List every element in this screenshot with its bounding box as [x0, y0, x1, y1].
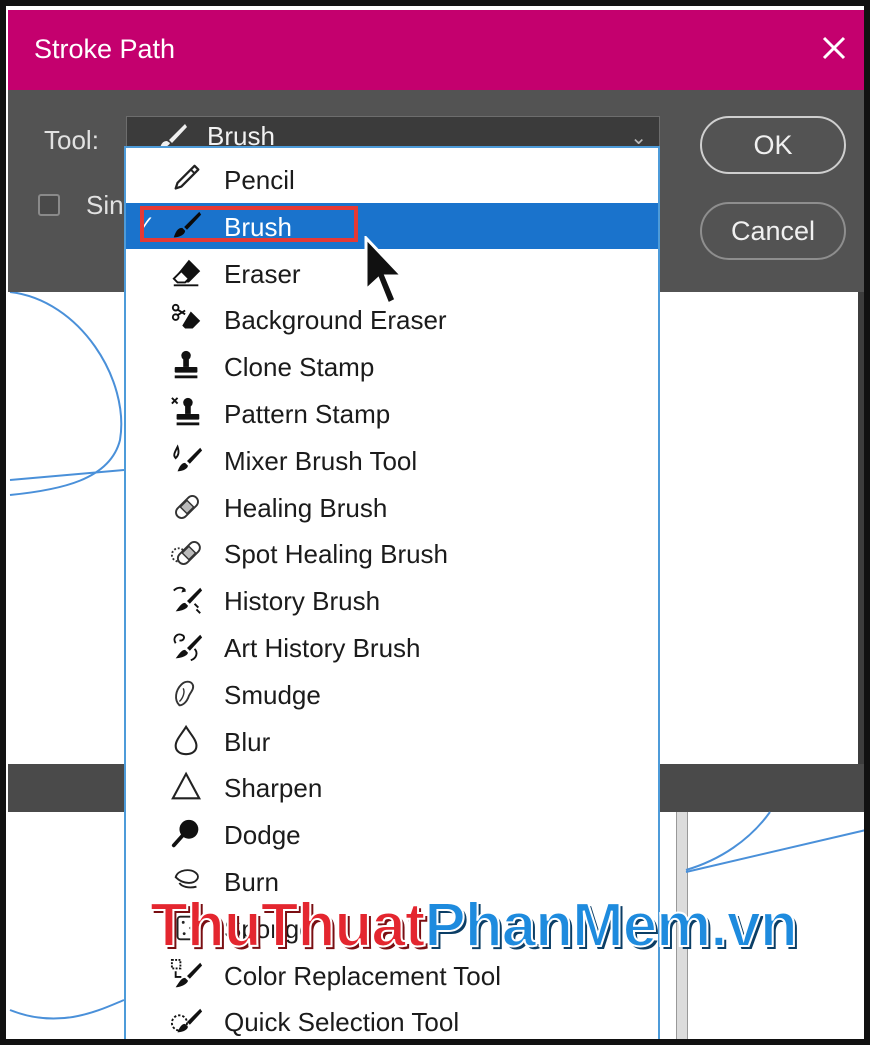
- watermark-part3: .vn: [709, 890, 799, 961]
- mouse-cursor-icon: [364, 236, 406, 307]
- dropdown-item-label: Pattern Stamp: [224, 399, 391, 429]
- clone-stamp-icon: [170, 349, 204, 383]
- healing-brush-icon: [170, 490, 204, 524]
- dropdown-item-spot-healing-brush[interactable]: Spot Healing Brush: [126, 530, 658, 576]
- dropdown-item-sharpen[interactable]: Sharpen: [126, 764, 658, 810]
- dropdown-item-label: Eraser: [224, 258, 301, 289]
- smudge-icon: [170, 677, 204, 711]
- dropdown-item-label: Healing Brush: [224, 492, 388, 523]
- dropdown-item-label: Color Replacement Tool: [224, 960, 501, 991]
- dropdown-item-smudge[interactable]: Smudge: [126, 671, 658, 717]
- dropdown-item-label: History Brush: [224, 586, 381, 617]
- eraser-icon: [170, 256, 204, 290]
- background-eraser-icon: [170, 302, 204, 336]
- close-icon: [822, 36, 846, 60]
- watermark-part1: ThuThuat: [149, 890, 426, 961]
- cancel-button[interactable]: Cancel: [700, 202, 846, 260]
- dropdown-item-label: Smudge: [224, 679, 321, 710]
- dropdown-item-label: Blur: [224, 726, 271, 757]
- dropdown-item-label: Background Eraser: [224, 305, 447, 336]
- dialog-title: Stroke Path: [34, 34, 176, 64]
- history-brush-icon: [170, 583, 204, 617]
- simulate-pressure-checkbox[interactable]: [38, 194, 60, 216]
- dropdown-item-healing-brush[interactable]: Healing Brush: [126, 484, 658, 530]
- dropdown-item-art-history-brush[interactable]: Art History Brush: [126, 624, 658, 670]
- simulate-pressure-label: Sin: [86, 190, 124, 220]
- dropdown-item-label: Mixer Brush Tool: [224, 445, 418, 476]
- spot-healing-brush-icon: [170, 536, 204, 570]
- annotation-highlight-box: [140, 205, 358, 242]
- dropdown-item-label: Dodge: [224, 820, 301, 851]
- dropdown-item-label: Pencil: [224, 165, 295, 195]
- close-button[interactable]: [816, 30, 852, 66]
- ok-button[interactable]: OK: [700, 116, 846, 174]
- dropdown-item-clone-stamp[interactable]: Clone Stamp: [126, 343, 658, 389]
- dropdown-item-blur[interactable]: Blur: [126, 718, 658, 764]
- mixer-brush-icon: [170, 443, 204, 477]
- dropdown-item-label: Quick Selection Tool: [224, 1007, 460, 1038]
- art-history-brush-icon: [170, 630, 204, 664]
- dropdown-item-label: Sharpen: [224, 773, 323, 804]
- dropdown-item-label: Spot Healing Brush: [224, 539, 449, 570]
- dropdown-item-label: Clone Stamp: [224, 352, 375, 383]
- dodge-icon: [170, 817, 204, 851]
- dialog-titlebar: Stroke Path: [8, 10, 866, 90]
- pattern-stamp-icon: [170, 396, 204, 430]
- pencil-icon: [170, 162, 204, 196]
- dropdown-item-pattern-stamp[interactable]: Pattern Stamp: [126, 390, 658, 436]
- dropdown-item-mixer-brush-tool[interactable]: Mixer Brush Tool: [126, 437, 658, 483]
- blur-icon: [170, 724, 204, 758]
- dropdown-item-dodge[interactable]: Dodge: [126, 811, 658, 857]
- sharpen-icon: [170, 770, 204, 804]
- watermark-part2: PhanMem: [423, 890, 712, 961]
- quick-selection-icon: [170, 1004, 204, 1038]
- tool-label: Tool:: [44, 125, 99, 155]
- color-replacement-icon: [170, 958, 204, 992]
- dropdown-item-history-brush[interactable]: History Brush: [126, 577, 658, 623]
- dropdown-item-pencil[interactable]: Pencil: [126, 156, 658, 202]
- dropdown-item-quick-selection-tool[interactable]: Quick Selection Tool: [126, 998, 658, 1044]
- watermark-logo: ThuThuatPhanMem.vn: [149, 890, 799, 961]
- dropdown-item-label: Art History Brush: [224, 633, 421, 663]
